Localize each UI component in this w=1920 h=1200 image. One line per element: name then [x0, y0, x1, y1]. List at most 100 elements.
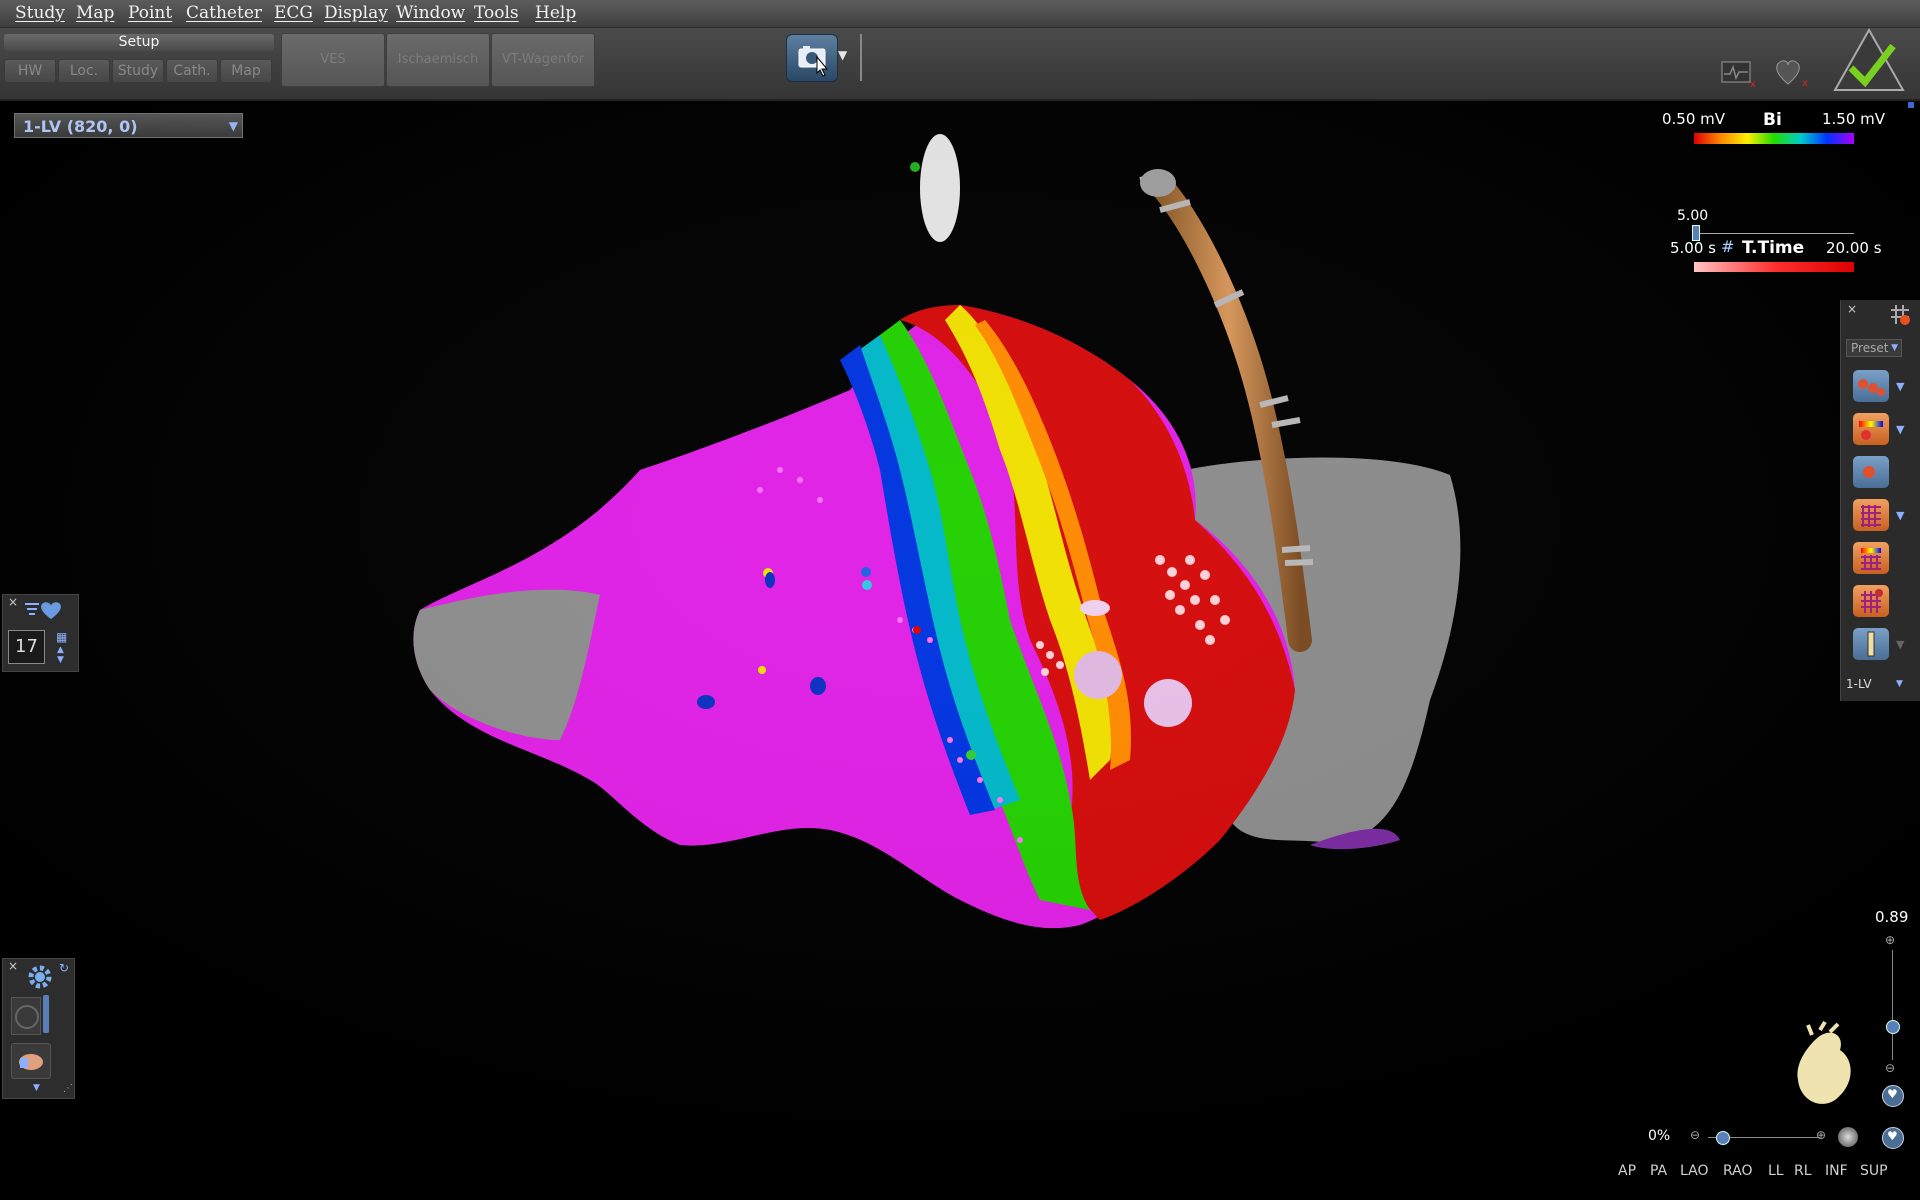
resize-grip-icon[interactable]: ⋰ [63, 1083, 73, 1094]
menu-tools[interactable]: Tools [474, 3, 519, 23]
cardiac-3d-map[interactable] [0, 100, 1920, 1150]
menu-map[interactable]: Map [76, 3, 114, 23]
refresh-icon[interactable]: ↻ [59, 961, 69, 975]
ttime-legend-max: 20.00 s [1826, 239, 1882, 257]
view-rl-button[interactable]: RL [1794, 1163, 1812, 1179]
chevron-down-icon: ▼ [1896, 679, 1903, 689]
menu-catheter[interactable]: Catheter [186, 3, 262, 23]
svg-text:x: x [1802, 78, 1808, 88]
snapshot-dropdown-icon[interactable]: ▼ [838, 48, 847, 62]
toolbar: Setup HW Loc. Study Cath. Map VES Ischae… [0, 28, 1920, 101]
heart-icon: ♥ [1887, 1087, 1898, 1101]
panel-map-select[interactable]: 1-LV ▼ [1846, 675, 1906, 693]
opacity-slider-handle[interactable] [1716, 1131, 1730, 1145]
sphere-view-icon[interactable] [1838, 1127, 1858, 1147]
tab-ves[interactable]: VES [281, 33, 385, 87]
setup-map-button[interactable]: Map [220, 59, 272, 83]
panel-map-label: 1-LV [1846, 677, 1872, 691]
view-lao-button[interactable]: LAO [1680, 1163, 1708, 1179]
accept-check-icon[interactable] [1833, 28, 1905, 92]
toolbar-divider [860, 34, 862, 81]
ttime-color-scale [1694, 262, 1854, 272]
opacity-increase-icon[interactable]: ⊕ [1816, 1128, 1826, 1142]
reset-view-button[interactable]: ♥ [1882, 1085, 1904, 1107]
point-count-field[interactable]: 17 [8, 630, 45, 664]
map-tool-panel: × Preset ▼ ▼ ▼ ▼ ▼ 1-LV ▼ [1840, 300, 1920, 701]
close-icon[interactable]: × [8, 595, 18, 609]
setup-hw-button[interactable]: HW [4, 59, 56, 83]
menu-point[interactable]: Point [128, 3, 172, 23]
catheter-icon[interactable] [1853, 628, 1889, 660]
tab-vt-wagenfor[interactable]: VT-Wagenfor [491, 33, 595, 87]
zoom-slider-handle[interactable] [1886, 1020, 1900, 1034]
heart-status-icon: x [1776, 60, 1808, 88]
heart-icon: ♥ [1887, 1129, 1898, 1143]
view-ll-button[interactable]: LL [1768, 1163, 1784, 1179]
color-grid-icon[interactable] [1853, 542, 1889, 574]
filter-heart-icon[interactable] [23, 599, 63, 623]
chevron-down-icon[interactable]: ▼ [33, 1083, 40, 1093]
dot-grid-icon[interactable] [1853, 585, 1889, 617]
preset-select[interactable]: Preset ▼ [1846, 339, 1902, 357]
heart-orientation-icon [1797, 1020, 1851, 1104]
view-sup-button[interactable]: SUP [1860, 1163, 1888, 1179]
record-icon [15, 1005, 39, 1029]
preset-label: Preset [1851, 341, 1889, 355]
chevron-down-icon[interactable]: ▼ [57, 655, 64, 665]
settings-widget: × ↻ ▼ ⋰ [2, 958, 75, 1099]
tab-ischaemisch[interactable]: Ischaemisch [386, 33, 490, 87]
menu-display[interactable]: Display [324, 3, 388, 23]
opacity-decrease-icon[interactable]: ⊖ [1690, 1128, 1700, 1142]
chevron-down-icon[interactable]: ▼ [1896, 423, 1904, 436]
chevron-down-icon: ▼ [1896, 638, 1905, 651]
chevron-down-icon: ▼ [1891, 343, 1898, 353]
view-pa-button[interactable]: PA [1650, 1163, 1667, 1179]
menu-bar: Study Map Point Catheter ECG Display Win… [0, 0, 1920, 28]
view-inf-button[interactable]: INF [1825, 1163, 1848, 1179]
ecg-monitor-icon: x [1721, 61, 1756, 88]
view-options-button[interactable]: ♥ [1882, 1127, 1904, 1149]
point-count-widget: × 17 ▦ ▲ ▼ [2, 594, 79, 672]
chevron-down-icon[interactable]: ▼ [1896, 509, 1904, 522]
menu-help[interactable]: Help [535, 3, 576, 23]
bi-legend-label: Bi [1763, 110, 1782, 130]
opacity-value: 0% [1648, 1128, 1671, 1144]
bi-legend-max: 1.50 mV [1822, 110, 1886, 128]
bi-color-scale [1694, 133, 1854, 144]
menu-study[interactable]: Study [15, 3, 65, 23]
setup-study-button[interactable]: Study [112, 59, 164, 83]
close-icon[interactable]: × [8, 959, 18, 973]
gear-icon[interactable] [25, 962, 55, 992]
view-ap-button[interactable]: AP [1618, 1163, 1636, 1179]
record-toggle[interactable] [11, 997, 41, 1035]
camera-icon [798, 46, 829, 77]
close-icon[interactable]: × [1847, 302, 1857, 316]
ttime-slider-value: 5.00 [1677, 208, 1709, 224]
setup-label[interactable]: Setup [4, 34, 274, 51]
hand-icon [19, 1054, 43, 1070]
zoom-in-icon[interactable]: ⊕ [1885, 933, 1895, 947]
snapshot-button[interactable] [786, 34, 838, 82]
setup-loc-button[interactable]: Loc. [58, 59, 110, 83]
level-slider[interactable] [43, 995, 49, 1033]
grid-icon: # [1721, 237, 1735, 256]
setup-cath-button[interactable]: Cath. [166, 59, 218, 83]
ttime-legend-min: 5.00 s [1670, 239, 1716, 257]
zoom-track [1892, 950, 1893, 1060]
hand-tool-button[interactable] [11, 1043, 51, 1079]
zoom-out-icon[interactable]: ⊖ [1885, 1061, 1895, 1075]
zoom-value: 0.89 [1875, 908, 1909, 926]
view-rao-button[interactable]: RAO [1723, 1163, 1753, 1179]
bi-legend-min: 0.50 mV [1662, 110, 1726, 128]
grid-icon[interactable] [1853, 499, 1889, 531]
menu-window[interactable]: Window [396, 3, 465, 23]
table-icon[interactable]: ▦ [56, 630, 67, 644]
chevron-up-icon[interactable]: ▲ [57, 645, 64, 655]
point-icon[interactable] [1853, 456, 1889, 488]
menu-ecg[interactable]: ECG [274, 3, 313, 23]
points-icon[interactable] [1853, 370, 1889, 402]
svg-text:x: x [1750, 79, 1756, 88]
grid-settings-icon[interactable] [1887, 302, 1913, 326]
color-map-icon[interactable] [1853, 413, 1889, 445]
chevron-down-icon[interactable]: ▼ [1896, 380, 1904, 393]
